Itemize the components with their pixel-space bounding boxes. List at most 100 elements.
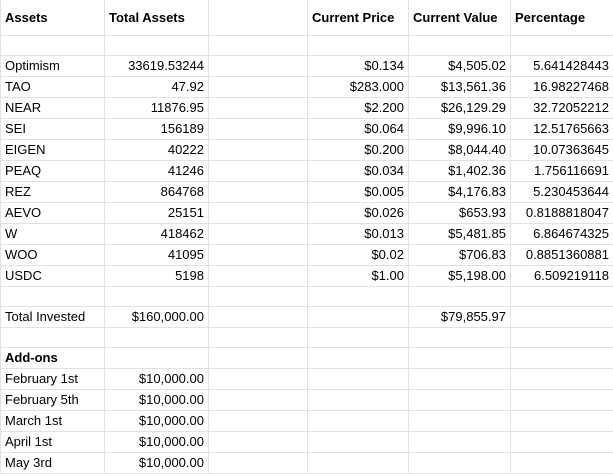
asset-name-cell[interactable]: TAO (1, 77, 105, 98)
asset-name-cell[interactable]: REZ (1, 182, 105, 203)
addon-date-cell[interactable]: February 5th (1, 390, 105, 411)
current-value-cell[interactable]: $5,198.00 (409, 266, 511, 287)
percentage-cell[interactable]: 5.641428443 (511, 56, 613, 77)
addon-amount-cell[interactable]: $10,000.00 (105, 369, 209, 390)
addon-amount-cell[interactable]: $10,000.00 (105, 453, 209, 474)
addon-date-cell[interactable]: March 1st (1, 411, 105, 432)
empty-cell[interactable] (511, 348, 613, 369)
empty-cell[interactable] (308, 369, 409, 390)
empty-cell[interactable] (105, 328, 209, 348)
addons-label[interactable]: Add-ons (1, 348, 105, 369)
total-current-value[interactable]: $79,855.97 (409, 307, 511, 328)
total-assets-cell[interactable]: 47.92 (105, 77, 209, 98)
empty-cell[interactable] (308, 348, 409, 369)
empty-cell[interactable] (409, 287, 511, 307)
current-value-cell[interactable]: $8,044.40 (409, 140, 511, 161)
asset-name-cell[interactable]: AEVO (1, 203, 105, 224)
empty-cell[interactable] (308, 411, 409, 432)
header-current-price[interactable]: Current Price (308, 0, 409, 36)
empty-cell[interactable] (1, 36, 105, 56)
empty-cell[interactable] (308, 328, 409, 348)
empty-cell[interactable] (209, 390, 308, 411)
current-value-cell[interactable]: $4,176.83 (409, 182, 511, 203)
empty-cell[interactable] (308, 432, 409, 453)
current-price-cell[interactable]: $0.134 (308, 56, 409, 77)
current-value-cell[interactable]: $706.83 (409, 245, 511, 266)
total-assets-cell[interactable]: 40222 (105, 140, 209, 161)
empty-cell[interactable] (511, 390, 613, 411)
percentage-cell[interactable]: 6.864674325 (511, 224, 613, 245)
current-price-cell[interactable]: $1.00 (308, 266, 409, 287)
total-assets-cell[interactable]: 25151 (105, 203, 209, 224)
empty-cell[interactable] (209, 98, 308, 119)
header-percentage[interactable]: Percentage (511, 0, 613, 36)
percentage-cell[interactable]: 10.07363645 (511, 140, 613, 161)
empty-cell[interactable] (105, 36, 209, 56)
asset-name-cell[interactable]: WOO (1, 245, 105, 266)
total-assets-cell[interactable]: 33619.53244 (105, 56, 209, 77)
empty-cell[interactable] (209, 411, 308, 432)
empty-cell[interactable] (209, 36, 308, 56)
empty-cell[interactable] (409, 453, 511, 474)
addon-date-cell[interactable]: February 1st (1, 369, 105, 390)
percentage-cell[interactable]: 12.51765663 (511, 119, 613, 140)
percentage-cell[interactable]: 1.756116691 (511, 161, 613, 182)
empty-cell[interactable] (409, 390, 511, 411)
header-assets[interactable]: Assets (1, 0, 105, 36)
empty-cell[interactable] (511, 453, 613, 474)
asset-name-cell[interactable]: W (1, 224, 105, 245)
empty-cell[interactable] (209, 140, 308, 161)
empty-cell[interactable] (209, 182, 308, 203)
current-value-cell[interactable]: $653.93 (409, 203, 511, 224)
current-price-cell[interactable]: $0.013 (308, 224, 409, 245)
empty-cell[interactable] (105, 287, 209, 307)
empty-cell[interactable] (209, 307, 308, 328)
total-assets-cell[interactable]: 41246 (105, 161, 209, 182)
empty-cell[interactable] (209, 56, 308, 77)
total-assets-cell[interactable]: 41095 (105, 245, 209, 266)
header-total-assets[interactable]: Total Assets (105, 0, 209, 36)
total-invested-label[interactable]: Total Invested (1, 307, 105, 328)
empty-cell[interactable] (209, 245, 308, 266)
empty-cell[interactable] (511, 36, 613, 56)
empty-cell[interactable] (209, 224, 308, 245)
empty-cell[interactable] (209, 161, 308, 182)
percentage-cell[interactable]: 32.72052212 (511, 98, 613, 119)
asset-name-cell[interactable]: EIGEN (1, 140, 105, 161)
asset-name-cell[interactable]: SEI (1, 119, 105, 140)
empty-cell[interactable] (209, 348, 308, 369)
addon-amount-cell[interactable]: $10,000.00 (105, 390, 209, 411)
empty-cell[interactable] (209, 369, 308, 390)
empty-cell[interactable] (409, 328, 511, 348)
current-price-cell[interactable]: $0.005 (308, 182, 409, 203)
total-assets-cell[interactable]: 156189 (105, 119, 209, 140)
percentage-cell[interactable]: 0.8851360881 (511, 245, 613, 266)
addon-date-cell[interactable]: April 1st (1, 432, 105, 453)
empty-cell[interactable] (409, 348, 511, 369)
current-value-cell[interactable]: $26,129.29 (409, 98, 511, 119)
empty-cell[interactable] (209, 328, 308, 348)
empty-cell[interactable] (511, 328, 613, 348)
empty-cell[interactable] (209, 203, 308, 224)
total-invested-value[interactable]: $160,000.00 (105, 307, 209, 328)
percentage-cell[interactable]: 6.509219118 (511, 266, 613, 287)
empty-cell[interactable] (308, 453, 409, 474)
empty-cell[interactable] (409, 432, 511, 453)
asset-name-cell[interactable]: PEAQ (1, 161, 105, 182)
current-value-cell[interactable]: $5,481.85 (409, 224, 511, 245)
empty-cell[interactable] (209, 432, 308, 453)
empty-cell[interactable] (209, 453, 308, 474)
empty-cell[interactable] (409, 369, 511, 390)
current-price-cell[interactable]: $283.000 (308, 77, 409, 98)
total-assets-cell[interactable]: 864768 (105, 182, 209, 203)
total-assets-cell[interactable]: 418462 (105, 224, 209, 245)
empty-cell[interactable] (1, 287, 105, 307)
current-price-cell[interactable]: $2.200 (308, 98, 409, 119)
empty-cell[interactable] (308, 36, 409, 56)
current-value-cell[interactable]: $13,561.36 (409, 77, 511, 98)
empty-cell[interactable] (511, 287, 613, 307)
empty-cell[interactable] (511, 307, 613, 328)
percentage-cell[interactable]: 16.98227468 (511, 77, 613, 98)
addon-amount-cell[interactable]: $10,000.00 (105, 411, 209, 432)
total-assets-cell[interactable]: 5198 (105, 266, 209, 287)
